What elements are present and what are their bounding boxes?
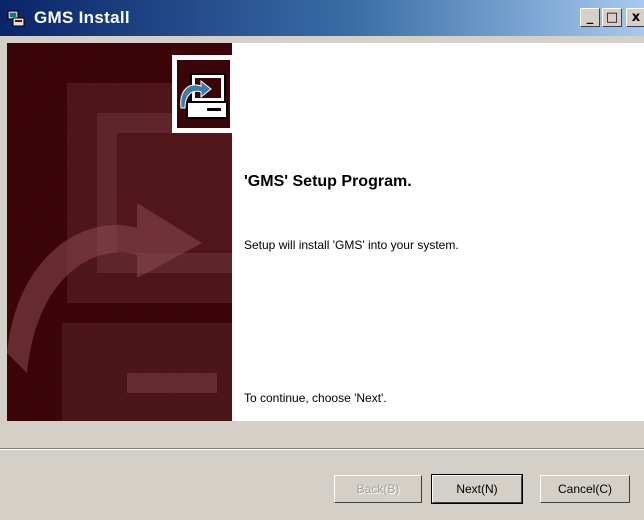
close-button[interactable]: x [626, 8, 644, 27]
close-icon: x [631, 10, 641, 25]
installer-icon [7, 10, 25, 27]
footer-divider [0, 448, 644, 450]
window-title: GMS Install [34, 8, 130, 27]
next-button[interactable]: Next(N) [431, 474, 523, 504]
minimize-button[interactable]: _ [580, 8, 600, 27]
cancel-button[interactable]: Cancel(C) [540, 475, 630, 503]
minimize-icon: _ [586, 10, 594, 25]
page-title: 'GMS' Setup Program. [244, 173, 412, 190]
maximize-button[interactable]: □ [602, 8, 622, 27]
title-bar[interactable]: GMS Install _ □ x [0, 0, 644, 36]
description-text: Setup will install 'GMS' into your syste… [244, 238, 459, 252]
maximize-icon: □ [605, 10, 619, 25]
content-panel: 'GMS' Setup Program. Setup will install … [232, 43, 644, 421]
back-button[interactable]: Back(B) [334, 475, 422, 503]
setup-computer-icon [172, 55, 234, 133]
instruction-text: To continue, choose 'Next'. [244, 391, 387, 405]
